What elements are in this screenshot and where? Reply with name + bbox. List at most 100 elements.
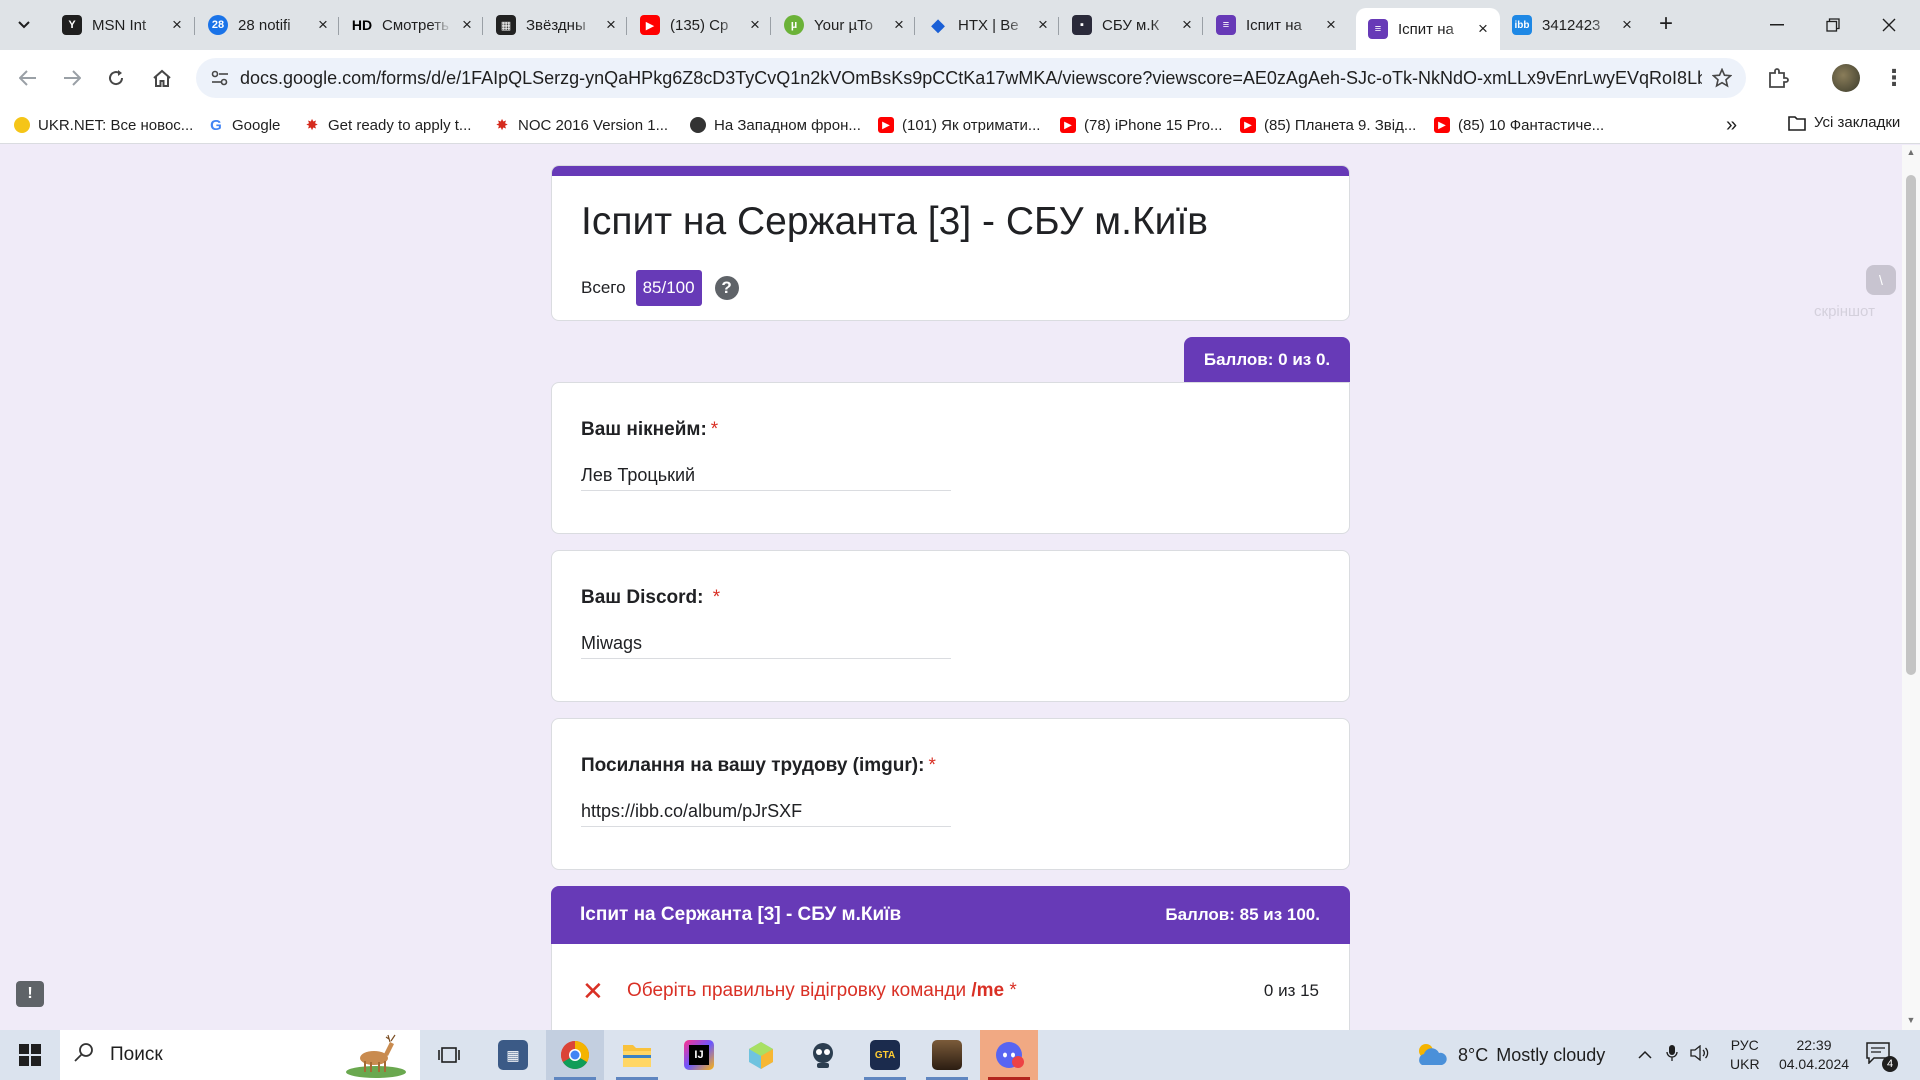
taskbar-discord[interactable] [980, 1030, 1038, 1080]
accent-band [552, 166, 1349, 176]
help-icon[interactable]: ? [714, 276, 739, 300]
scroll-up-icon[interactable]: ▲ [1906, 147, 1916, 157]
close-icon[interactable]: × [746, 16, 764, 34]
profile-avatar[interactable] [1832, 64, 1860, 92]
bookmark-star-icon[interactable] [1702, 58, 1742, 98]
start-button[interactable] [0, 1030, 60, 1080]
google-forms-icon: ≡ [1368, 19, 1388, 39]
tab-strip: Y MSN Int × 28 28 notifi × HD Смотреть ×… [0, 0, 1920, 50]
question-label: Ваш Discord: * [581, 587, 721, 608]
tab-forms-1[interactable]: ≡ Іспит на × [1204, 8, 1348, 42]
bookmarks-bar: UKR.NET: Все новос... G Google ✸ Get rea… [0, 106, 1920, 144]
form-header-card: Іспит на Сержанта [3] - СБУ м.Київ Всего… [551, 165, 1350, 321]
arrow-right-icon [64, 70, 81, 86]
system-clock[interactable]: 22:39 04.04.2024 [1776, 1036, 1852, 1074]
folder-icon [1788, 115, 1806, 131]
taskbar-alien-app[interactable] [794, 1030, 852, 1080]
tab-utorrent[interactable]: µ Your µTo × [772, 8, 916, 42]
scroll-down-icon[interactable]: ▼ [1906, 1015, 1916, 1025]
input-language-indicator[interactable]: РУС UKR [1730, 1036, 1760, 1074]
taskbar-jetbrains[interactable]: IJ [670, 1030, 728, 1080]
close-icon[interactable]: × [1618, 16, 1636, 34]
bookmark-noc[interactable]: ✸ NOC 2016 Version 1... [494, 114, 668, 136]
tab-htx[interactable]: ◆ HTX | Be × [916, 8, 1060, 42]
taskbar-chrome[interactable] [546, 1030, 604, 1080]
volume-icon[interactable] [1690, 1044, 1710, 1066]
tab-ibb[interactable]: ibb 3412423 × [1500, 8, 1644, 42]
close-icon[interactable]: × [1178, 16, 1196, 34]
weather-widget[interactable]: 8°C Mostly cloudy [1414, 1030, 1605, 1080]
file-explorer-icon [623, 1045, 651, 1067]
tab-sbu[interactable]: ▪ СБУ м.К × [1060, 8, 1204, 42]
show-hidden-icons-icon[interactable] [1638, 1046, 1652, 1064]
bookmark-youtube-78[interactable]: ▶ (78) iPhone 15 Pro... [1060, 114, 1222, 136]
tab-msn[interactable]: Y MSN Int × [50, 8, 194, 42]
htx-icon: ◆ [931, 14, 945, 35]
minimize-button[interactable] [1754, 8, 1800, 42]
bookmark-youtube-planet9[interactable]: ▶ (85) Планета 9. Звід... [1240, 114, 1416, 136]
close-icon[interactable]: × [458, 16, 476, 34]
cloudy-weather-icon [1419, 1044, 1447, 1065]
home-button[interactable] [146, 62, 178, 94]
tab-forms-active[interactable]: ≡ Іспит на × [1356, 8, 1500, 50]
taskbar-cube-app[interactable] [732, 1030, 790, 1080]
bookmark-youtube-101[interactable]: ▶ (101) Як отримати... [878, 114, 1040, 136]
taskbar-game-launcher[interactable]: GTA [856, 1030, 914, 1080]
forward-button[interactable] [56, 62, 88, 94]
back-button[interactable] [12, 62, 44, 94]
site-info-icon[interactable] [200, 58, 240, 98]
taskbar-calculator[interactable]: ▦ [484, 1030, 542, 1080]
ukrnet-icon [14, 117, 30, 133]
utorrent-icon: µ [784, 15, 804, 35]
page-scrollbar[interactable]: ▲ ▼ [1902, 145, 1920, 1030]
clock-date: 04.04.2024 [1778, 1056, 1850, 1072]
bookmark-apply[interactable]: ✸ Get ready to apply t... [304, 114, 472, 136]
close-window-button[interactable] [1866, 8, 1912, 42]
taskbar-task-view[interactable] [420, 1030, 478, 1080]
close-icon[interactable]: × [314, 16, 332, 34]
weather-description: Mostly cloudy [1496, 1044, 1606, 1065]
tab-notifications[interactable]: 28 28 notifi × [196, 8, 340, 42]
bookmark-western-front[interactable]: На Западном фрон... [690, 114, 861, 136]
scroll-thumb[interactable] [1906, 175, 1916, 675]
close-icon[interactable]: × [602, 16, 620, 34]
tab-star-movie[interactable]: ▦ Звёздны × [484, 8, 628, 42]
game-avatar-icon [932, 1040, 962, 1070]
question-card-nickname: Ваш нікнейм: * Лев Троцький [551, 382, 1350, 534]
close-icon[interactable]: × [1322, 16, 1340, 34]
close-icon[interactable]: × [1034, 16, 1052, 34]
close-icon[interactable]: × [890, 16, 908, 34]
taskbar-game-avatar[interactable] [918, 1030, 976, 1080]
extensions-button[interactable] [1762, 62, 1794, 94]
youtube-icon: ▶ [1060, 117, 1076, 133]
bookmark-google[interactable]: G Google [208, 114, 280, 136]
screenshot-widget-icon[interactable]: \ [1866, 265, 1896, 295]
browser-menu-icon[interactable]: ⋮ [1880, 64, 1908, 92]
taskbar-search[interactable]: Поиск [60, 1030, 420, 1080]
msn-icon: Y [62, 15, 82, 35]
screenshot-widget-label: скріншот [1814, 303, 1875, 320]
bookmarks-overflow-icon[interactable]: » [1726, 114, 1737, 137]
restore-icon [1826, 18, 1840, 32]
bookmark-ukrnet[interactable]: UKR.NET: Все новос... [14, 114, 193, 136]
report-feedback-icon[interactable]: ! [16, 981, 44, 1007]
close-icon[interactable]: × [168, 16, 186, 34]
close-icon[interactable]: × [1474, 20, 1492, 38]
bookmark-youtube-10[interactable]: ▶ (85) 10 Фантастиче... [1434, 114, 1604, 136]
new-tab-button[interactable]: + [1652, 11, 1680, 39]
all-bookmarks-button[interactable]: Усі закладки [1788, 114, 1900, 131]
reload-button[interactable] [100, 62, 132, 94]
restore-button[interactable] [1810, 8, 1856, 42]
microphone-icon[interactable] [1666, 1044, 1678, 1067]
windows-logo-icon [19, 1044, 41, 1066]
tab-hd-movie[interactable]: HD Смотреть × [340, 8, 484, 42]
address-bar[interactable]: docs.google.com/forms/d/e/1FAIpQLSerzg-y… [196, 58, 1746, 98]
notification-center-button[interactable]: 4 [1866, 1042, 1898, 1072]
answer-text: https://ibb.co/album/pJrSXF [581, 801, 951, 827]
url-text[interactable]: docs.google.com/forms/d/e/1FAIpQLSerzg-y… [240, 68, 1702, 89]
taskbar-file-explorer[interactable] [608, 1030, 666, 1080]
cube-app-icon [749, 1042, 773, 1069]
tab-youtube[interactable]: ▶ (135) Ср × [628, 8, 772, 42]
tab-search-button[interactable] [10, 11, 38, 39]
question-card-discord: Ваш Discord: * Miwags [551, 550, 1350, 702]
